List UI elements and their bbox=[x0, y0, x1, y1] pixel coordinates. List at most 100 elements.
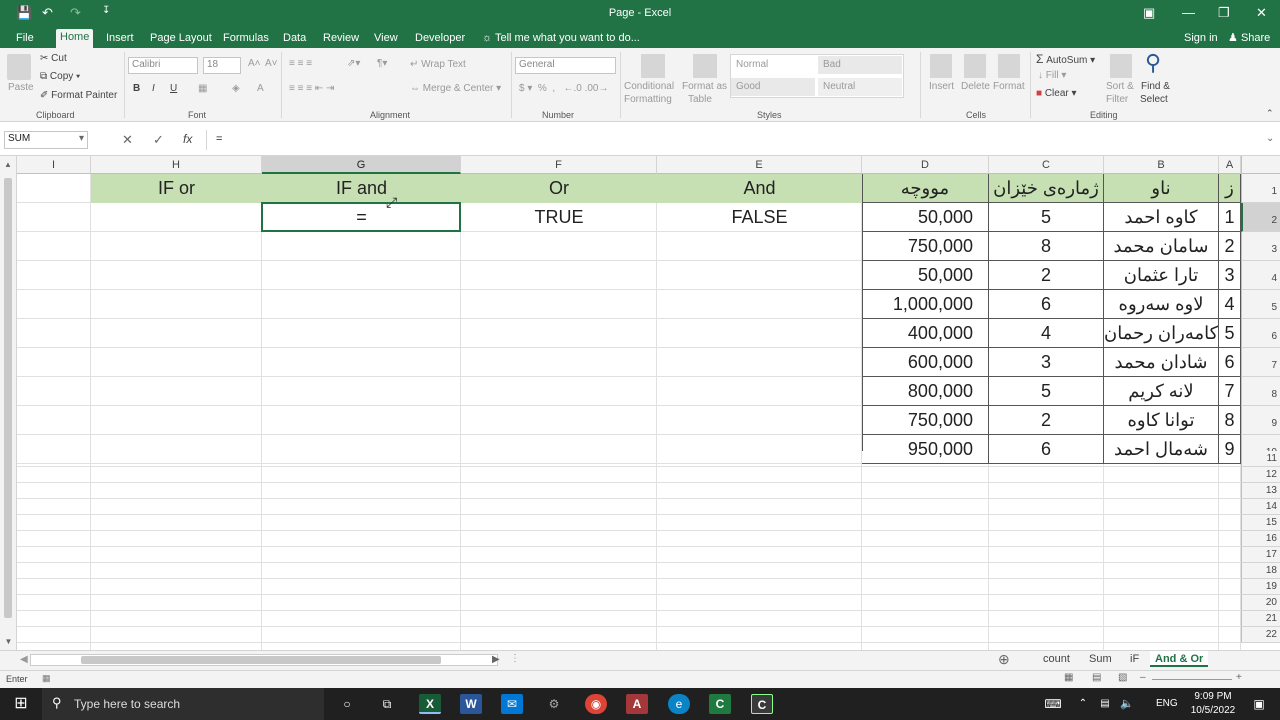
cell-e2[interactable]: FALSE bbox=[657, 203, 862, 232]
sheet-tab-if[interactable]: iF bbox=[1125, 651, 1144, 667]
tab-formulas[interactable]: Formulas bbox=[219, 31, 273, 48]
text-direction-icon[interactable]: ¶▾ bbox=[377, 58, 387, 69]
font-name-box[interactable]: Calibri bbox=[128, 57, 198, 74]
cell-a2[interactable]: 1 bbox=[1219, 203, 1241, 232]
scroll-left-icon[interactable]: ◀ bbox=[20, 654, 28, 665]
cell-c6[interactable]: 4 bbox=[989, 319, 1104, 348]
cell-a5[interactable]: 4 bbox=[1219, 290, 1241, 319]
vertical-scrollbar[interactable] bbox=[0, 174, 17, 650]
format-cells-icon[interactable] bbox=[998, 54, 1020, 78]
fill-button[interactable]: ↓ Fill ▾ bbox=[1038, 70, 1066, 81]
orientation-icon[interactable]: ⇗▾ bbox=[347, 58, 360, 69]
insert-cells-button[interactable]: Insert bbox=[929, 81, 954, 92]
add-sheet-icon[interactable]: ⊕ bbox=[998, 651, 1010, 668]
cell-c4[interactable]: 2 bbox=[989, 261, 1104, 290]
cell-d3[interactable]: 750,000 bbox=[862, 232, 989, 261]
row-header-9[interactable]: 9 bbox=[1241, 406, 1280, 435]
align-left-icon[interactable]: ≡ ≡ ≡ ⇤ ⇥ bbox=[289, 83, 334, 94]
access-app-icon[interactable]: A bbox=[626, 694, 648, 714]
row-header-5[interactable]: 5 bbox=[1241, 290, 1280, 319]
page-layout-view-icon[interactable]: ▤ bbox=[1092, 672, 1101, 683]
header-cell-e[interactable]: And bbox=[657, 174, 862, 203]
taskbar-search-box[interactable]: ⚲ Type here to search bbox=[42, 688, 324, 720]
edge-app-icon[interactable]: e bbox=[668, 694, 690, 714]
tab-view[interactable]: View bbox=[370, 31, 402, 48]
cell-b6[interactable]: کامەران رحمان bbox=[1104, 319, 1219, 348]
cell-a9[interactable]: 8 bbox=[1219, 406, 1241, 435]
clear-button[interactable]: ■ Clear ▾ bbox=[1036, 88, 1077, 99]
row-header-2[interactable]: 2 bbox=[1241, 203, 1280, 232]
cell-a4[interactable]: 3 bbox=[1219, 261, 1241, 290]
row-header-3[interactable]: 3 bbox=[1241, 232, 1280, 261]
tab-developer[interactable]: Developer bbox=[411, 31, 469, 48]
row-header-20[interactable]: 20 bbox=[1241, 595, 1280, 611]
cell-c8[interactable]: 5 bbox=[989, 377, 1104, 406]
task-view-icon[interactable]: ⧉ bbox=[376, 694, 398, 714]
header-cell-d[interactable]: مووچە bbox=[862, 174, 989, 203]
header-cell-b[interactable]: ناو bbox=[1104, 174, 1219, 203]
tab-data[interactable]: Data bbox=[279, 31, 310, 48]
cell-a6[interactable]: 5 bbox=[1219, 319, 1241, 348]
underline-button[interactable]: U bbox=[170, 83, 177, 94]
cut-button[interactable]: ✂ Cut bbox=[40, 53, 67, 64]
conditional-formatting-icon[interactable] bbox=[641, 54, 665, 78]
row-header-8[interactable]: 8 bbox=[1241, 377, 1280, 406]
row-header-12[interactable]: 12 bbox=[1241, 467, 1280, 483]
sheet-tab-count[interactable]: count bbox=[1038, 651, 1075, 667]
formula-input[interactable]: = bbox=[216, 133, 222, 145]
column-header-b[interactable]: B bbox=[1104, 156, 1219, 174]
cortana-icon[interactable]: ○ bbox=[336, 694, 358, 714]
name-box[interactable]: SUM ▾ bbox=[4, 131, 88, 149]
delete-cells-button[interactable]: Delete bbox=[961, 81, 990, 92]
cell-a10[interactable]: 9 bbox=[1219, 435, 1241, 464]
cell-c10[interactable]: 6 bbox=[989, 435, 1104, 464]
style-neutral[interactable]: Neutral bbox=[818, 78, 902, 96]
sign-in-link[interactable]: Sign in bbox=[1180, 31, 1222, 48]
paste-button[interactable]: Paste bbox=[8, 82, 34, 93]
maximize-icon[interactable]: ❐ bbox=[1218, 5, 1230, 21]
font-color-icon[interactable]: A bbox=[257, 83, 264, 94]
row-header-11[interactable]: 11 bbox=[1241, 451, 1280, 467]
cell-c3[interactable]: 8 bbox=[989, 232, 1104, 261]
row-header-15[interactable]: 15 bbox=[1241, 515, 1280, 531]
italic-button[interactable]: I bbox=[152, 83, 155, 94]
camtasia-recorder-icon[interactable]: C bbox=[751, 694, 773, 714]
cell-a7[interactable]: 6 bbox=[1219, 348, 1241, 377]
word-app-icon[interactable]: W bbox=[460, 694, 482, 714]
cell-d10[interactable]: 950,000 bbox=[862, 435, 989, 464]
cell-b7[interactable]: شادان محمد bbox=[1104, 348, 1219, 377]
column-header-e[interactable]: E bbox=[657, 156, 862, 174]
cell-c7[interactable]: 3 bbox=[989, 348, 1104, 377]
tab-insert[interactable]: Insert bbox=[102, 31, 138, 48]
cell-d6[interactable]: 400,000 bbox=[862, 319, 989, 348]
zoom-out-icon[interactable]: – bbox=[1140, 672, 1146, 683]
cell-d5[interactable]: 1,000,000 bbox=[862, 290, 989, 319]
cell-a8[interactable]: 7 bbox=[1219, 377, 1241, 406]
row-header-6[interactable]: 6 bbox=[1241, 319, 1280, 348]
cell-b4[interactable]: تارا عثمان bbox=[1104, 261, 1219, 290]
cell-b10[interactable]: شەمال احمد bbox=[1104, 435, 1219, 464]
column-header-g[interactable]: G bbox=[262, 156, 461, 174]
find-select-button[interactable]: Find & bbox=[1141, 81, 1170, 92]
mail-app-icon[interactable]: ✉ bbox=[501, 694, 523, 714]
column-header-h[interactable]: H bbox=[91, 156, 262, 174]
sort-filter-icon[interactable] bbox=[1110, 54, 1132, 78]
row-header-14[interactable]: 14 bbox=[1241, 499, 1280, 515]
delete-cells-icon[interactable] bbox=[964, 54, 986, 78]
bold-button[interactable]: B bbox=[133, 83, 140, 94]
header-cell-a[interactable]: ز bbox=[1219, 174, 1241, 203]
style-bad[interactable]: Bad bbox=[818, 56, 902, 74]
volume-icon[interactable]: 🔈 bbox=[1116, 694, 1138, 714]
windows-start-icon[interactable]: ⊞ bbox=[10, 694, 32, 714]
vertical-scroll-thumb[interactable] bbox=[4, 178, 12, 618]
cell-d8[interactable]: 800,000 bbox=[862, 377, 989, 406]
sort-filter-button[interactable]: Sort & bbox=[1106, 81, 1134, 92]
scroll-right-icon[interactable]: ▶ bbox=[492, 654, 500, 665]
tab-file[interactable]: File bbox=[12, 31, 38, 48]
cell-c2[interactable]: 5 bbox=[989, 203, 1104, 232]
cell-d9[interactable]: 750,000 bbox=[862, 406, 989, 435]
sheet-tab-sum[interactable]: Sum bbox=[1084, 651, 1117, 667]
clock-time[interactable]: 9:09 PM bbox=[1190, 691, 1236, 702]
align-top-icon[interactable]: ≡ ≡ ≡ bbox=[289, 58, 312, 69]
cell-b8[interactable]: لانە کریم bbox=[1104, 377, 1219, 406]
